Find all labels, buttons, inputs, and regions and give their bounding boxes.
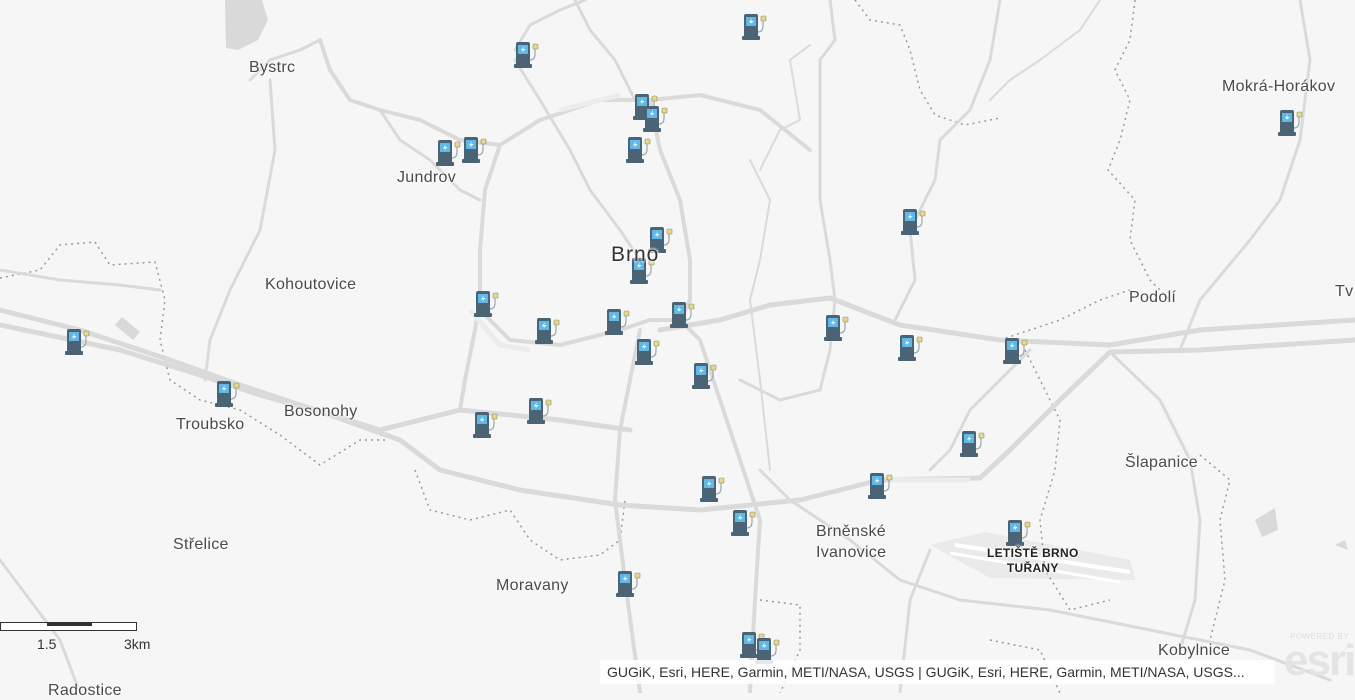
ev-charging-station-icon[interactable] bbox=[635, 339, 660, 365]
ev-charging-station-icon[interactable] bbox=[616, 571, 641, 597]
place-label: Brněnské bbox=[816, 523, 886, 540]
place-label: Střelice bbox=[173, 536, 229, 553]
scale-bar: 1.5 3km bbox=[0, 620, 150, 656]
place-label: Troubsko bbox=[176, 416, 245, 433]
ev-charging-station-icon[interactable] bbox=[1003, 338, 1028, 364]
place-label: Bosonohy bbox=[284, 403, 358, 420]
place-label: Šlapanice bbox=[1125, 454, 1198, 471]
airport-label-line-1: LETIŠTĚ BRNO bbox=[987, 546, 1079, 560]
place-label: Moravany bbox=[496, 577, 569, 594]
attribution-text[interactable]: GUGiK, Esri, HERE, Garmin, METI/NASA, US… bbox=[600, 660, 1275, 684]
ev-charging-station-icon[interactable] bbox=[514, 42, 539, 68]
ev-charging-station-icon[interactable] bbox=[605, 309, 630, 335]
place-label: Jundrov bbox=[397, 169, 457, 186]
ev-charging-station-icon[interactable] bbox=[215, 381, 240, 407]
ev-charging-station-icon[interactable] bbox=[473, 412, 498, 438]
place-label: Podolí bbox=[1129, 289, 1177, 306]
ev-charging-station-icon[interactable] bbox=[1278, 110, 1303, 136]
place-label: Kohoutovice bbox=[265, 276, 357, 293]
ev-charging-station-icon[interactable] bbox=[960, 431, 985, 457]
ev-charging-station-icon[interactable] bbox=[692, 363, 717, 389]
airport-label-line-2: TUŘANY bbox=[1006, 561, 1059, 575]
esri-logo[interactable]: POWERED BY esri bbox=[1284, 628, 1355, 688]
place-label: Kobylnice bbox=[1158, 642, 1231, 659]
ev-charging-station-icon[interactable] bbox=[731, 510, 756, 536]
ev-charging-station-icon[interactable] bbox=[868, 473, 893, 499]
ev-charging-station-icon[interactable] bbox=[643, 106, 668, 132]
ev-charging-station-icon[interactable] bbox=[898, 335, 923, 361]
place-label: Bystrc bbox=[249, 59, 296, 76]
map-canvas[interactable] bbox=[0, 0, 1355, 693]
ev-charging-station-icon[interactable] bbox=[436, 140, 461, 166]
ev-charging-station-icon[interactable] bbox=[700, 476, 725, 502]
place-label: Brno bbox=[611, 243, 660, 266]
scale-label-mid: 1.5 bbox=[37, 636, 57, 652]
ev-charging-station-icon[interactable] bbox=[901, 209, 926, 235]
esri-wordmark: esri bbox=[1284, 636, 1355, 685]
place-label: Mokrá-Horákov bbox=[1222, 78, 1336, 95]
ev-charging-station-icon[interactable] bbox=[65, 329, 90, 355]
place-label: Ivanovice bbox=[816, 544, 887, 561]
scale-bar-segment-1 bbox=[47, 623, 92, 626]
ev-charging-station-icon[interactable] bbox=[535, 318, 560, 344]
airport-label: LETIŠTĚ BRNO TUŘANY bbox=[987, 546, 1079, 576]
place-label: Tv bbox=[1335, 283, 1354, 300]
ev-charging-station-icon[interactable] bbox=[626, 137, 651, 163]
ev-charging-station-icon[interactable] bbox=[824, 315, 849, 341]
place-label: Radostice bbox=[48, 682, 122, 699]
scale-label-end: 3km bbox=[124, 636, 151, 652]
ev-charging-station-icon[interactable] bbox=[462, 137, 487, 163]
ev-charging-station-icon[interactable] bbox=[742, 14, 767, 40]
ev-charging-station-icon[interactable] bbox=[474, 291, 499, 317]
